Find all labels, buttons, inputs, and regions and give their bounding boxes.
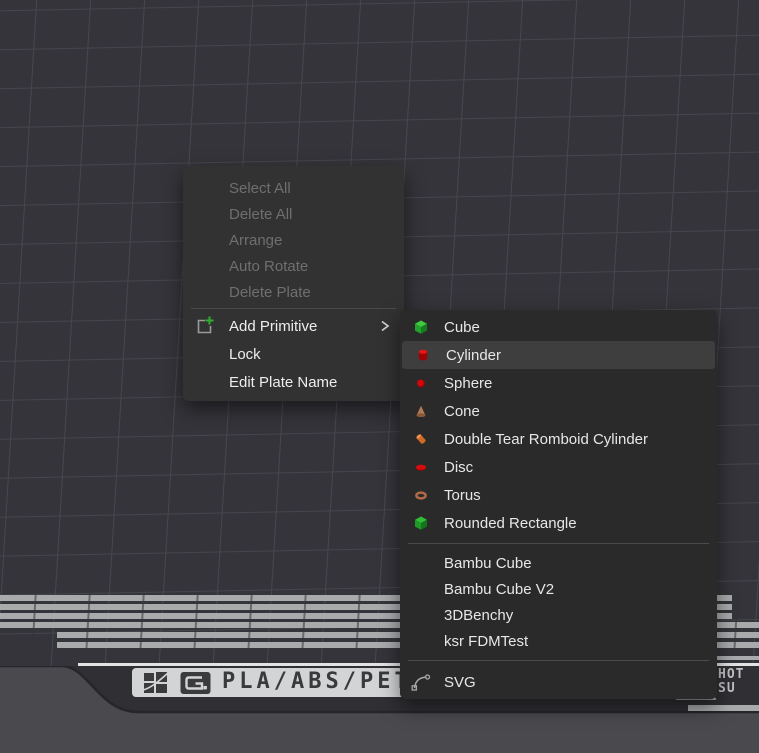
menu-item-auto-rotate[interactable]: Auto Rotate bbox=[183, 253, 404, 279]
submenu-item-cylinder[interactable]: Cylinder bbox=[402, 341, 715, 369]
menu-separator bbox=[191, 308, 396, 309]
submenu-item-3dbenchy[interactable]: 3DBenchy bbox=[400, 602, 717, 628]
submenu-item-label: 3DBenchy bbox=[444, 607, 513, 624]
submenu-item-cone[interactable]: Cone bbox=[400, 397, 717, 425]
submenu-item-cube[interactable]: Cube bbox=[400, 313, 717, 341]
submenu-item-label: Bambu Cube bbox=[444, 555, 532, 572]
chevron-right-icon bbox=[378, 318, 392, 334]
sphere-icon bbox=[413, 375, 429, 391]
submenu-item-label: Cylinder bbox=[446, 347, 501, 364]
submenu-separator bbox=[408, 543, 709, 544]
submenu-separator bbox=[408, 660, 709, 661]
submenu-item-rounded-rectangle[interactable]: Rounded Rectangle bbox=[400, 509, 717, 537]
submenu-item-label: Bambu Cube V2 bbox=[444, 581, 554, 598]
submenu-item-label: ksr FDMTest bbox=[444, 633, 528, 650]
torus-icon bbox=[413, 487, 429, 503]
romboid-cylinder-icon bbox=[413, 431, 429, 447]
disc-icon bbox=[413, 459, 429, 475]
add-primitive-submenu: Cube Cylinder Sphere Cone bbox=[400, 310, 717, 699]
menu-item-lock[interactable]: Lock bbox=[183, 340, 404, 368]
submenu-item-label: Disc bbox=[444, 459, 473, 476]
menu-item-label: Edit Plate Name bbox=[229, 374, 337, 391]
submenu-item-sphere[interactable]: Sphere bbox=[400, 369, 717, 397]
menu-item-label: Delete Plate bbox=[229, 284, 311, 301]
submenu-item-bambu-cube-v2[interactable]: Bambu Cube V2 bbox=[400, 576, 717, 602]
rounded-rectangle-icon bbox=[413, 515, 429, 531]
plate-logo-brand-icon bbox=[180, 671, 211, 695]
menu-item-label: Arrange bbox=[229, 232, 282, 249]
corner-print-line1: HOT bbox=[718, 668, 759, 682]
submenu-item-label: Rounded Rectangle bbox=[444, 515, 577, 532]
submenu-item-disc[interactable]: Disc bbox=[400, 453, 717, 481]
submenu-item-double-tear-romboid-cylinder[interactable]: Double Tear Romboid Cylinder bbox=[400, 425, 717, 453]
plate-corner-print: HOT SU bbox=[718, 668, 759, 696]
submenu-item-svg[interactable]: SVG bbox=[400, 667, 717, 697]
menu-item-label: Auto Rotate bbox=[229, 258, 308, 275]
menu-item-delete-plate[interactable]: Delete Plate bbox=[183, 279, 404, 305]
submenu-item-label: SVG bbox=[444, 674, 476, 691]
context-menu: Select All Delete All Arrange Auto Rotat… bbox=[183, 166, 404, 401]
bezier-curve-icon bbox=[411, 672, 431, 692]
submenu-item-bambu-cube[interactable]: Bambu Cube bbox=[400, 550, 717, 576]
submenu-item-label: Torus bbox=[444, 487, 481, 504]
submenu-item-ksr-fdmtest[interactable]: ksr FDMTest bbox=[400, 628, 717, 654]
menu-item-delete-all[interactable]: Delete All bbox=[183, 201, 404, 227]
submenu-item-torus[interactable]: Torus bbox=[400, 481, 717, 509]
plate-logo-window-icon bbox=[143, 671, 169, 694]
cube-icon bbox=[413, 319, 429, 335]
menu-item-label: Add Primitive bbox=[229, 318, 317, 335]
submenu-item-label: Cube bbox=[444, 319, 480, 336]
menu-item-label: Delete All bbox=[229, 206, 292, 223]
corner-print-line2: SU bbox=[718, 682, 759, 696]
submenu-item-label: Double Tear Romboid Cylinder bbox=[444, 431, 648, 448]
cone-icon bbox=[413, 403, 429, 419]
menu-item-select-all[interactable]: Select All bbox=[183, 175, 404, 201]
cylinder-icon bbox=[415, 347, 431, 363]
submenu-item-label: Cone bbox=[444, 403, 480, 420]
menu-item-label: Lock bbox=[229, 346, 261, 363]
add-primitive-icon bbox=[194, 316, 214, 336]
menu-item-add-primitive[interactable]: Add Primitive bbox=[183, 312, 404, 340]
plate-name-label: PLA/ABS/PETG bbox=[222, 669, 429, 694]
submenu-item-label: Sphere bbox=[444, 375, 492, 392]
menu-item-arrange[interactable]: Arrange bbox=[183, 227, 404, 253]
menu-item-edit-plate-name[interactable]: Edit Plate Name bbox=[183, 368, 404, 396]
menu-item-label: Select All bbox=[229, 180, 291, 197]
slicer-viewport: PLA/ABS/PETG HOT SU Select All Delete Al… bbox=[0, 0, 759, 753]
